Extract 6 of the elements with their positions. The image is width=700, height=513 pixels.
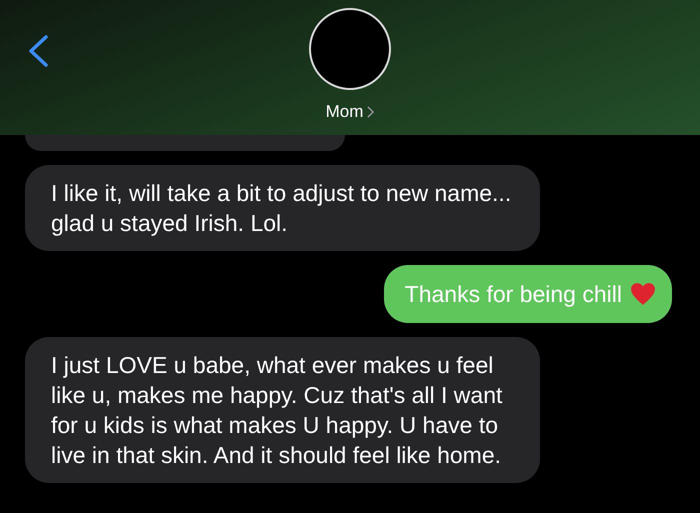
message-text: I like it, will take a bit to adjust to new name... glad u stayed Irish. Lol. [51,179,512,238]
contact-name-link[interactable]: Mom [326,99,374,124]
chevron-icon [367,106,374,118]
message-text: Thanks for being chill [404,280,622,309]
back-icon[interactable] [26,34,50,68]
message-text: I just LOVE u babe, what ever makes u feel like u, makes me happy. Cuz that's all I want for u kids is what makes U happy. U have to live in that skin. And it should feel like home. [51,351,504,470]
